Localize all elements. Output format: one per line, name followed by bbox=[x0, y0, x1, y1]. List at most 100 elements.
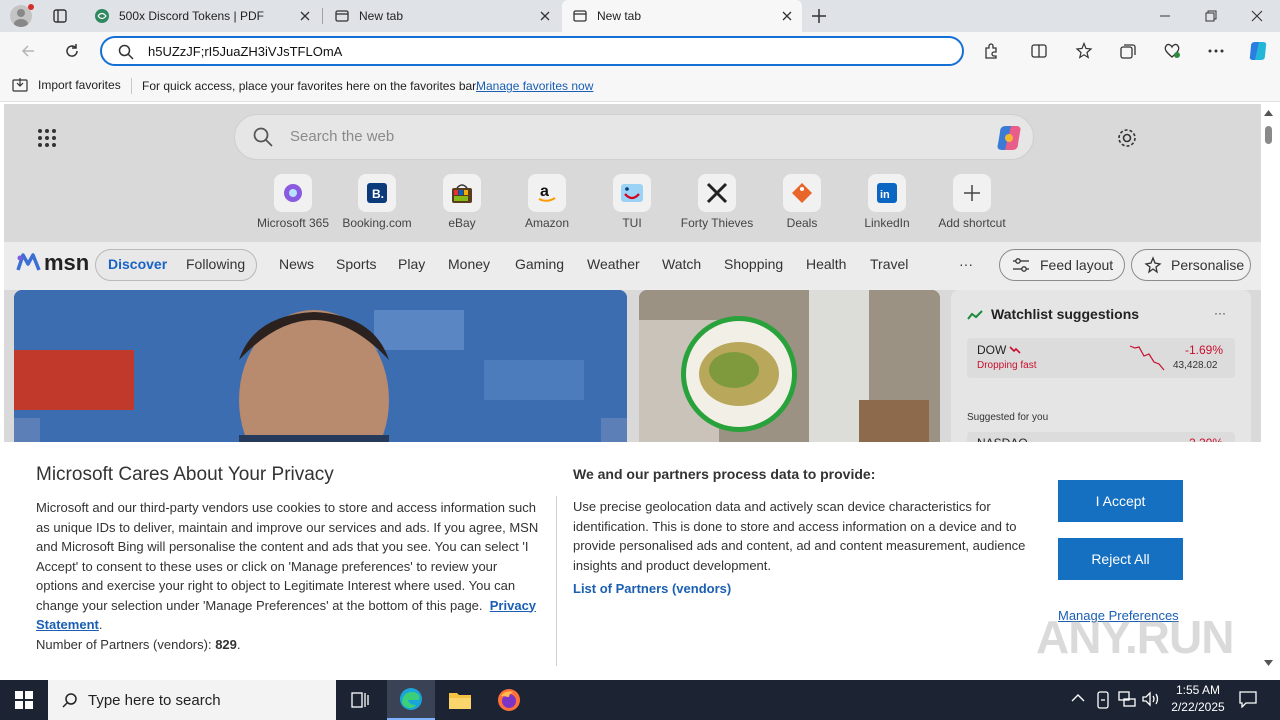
data-processing-title: We and our partners process data to prov… bbox=[573, 466, 876, 482]
collections-button[interactable] bbox=[1112, 35, 1144, 67]
tab-title: 500x Discord Tokens | PDF bbox=[119, 9, 264, 23]
tab-discover[interactable]: Discover bbox=[108, 256, 167, 272]
web-search-box[interactable]: Search the web bbox=[234, 114, 1034, 160]
sparkle-star-icon bbox=[1144, 256, 1162, 274]
shortcut-forty-thieves[interactable]: Forty Thieves bbox=[677, 174, 757, 230]
shortcut-microsoft-365[interactable]: Microsoft 365 bbox=[253, 174, 333, 230]
show-hidden-icons-chevron-icon[interactable] bbox=[1071, 693, 1085, 703]
shortcut-label: Forty Thieves bbox=[680, 216, 754, 230]
tab-close-icon[interactable] bbox=[536, 7, 554, 25]
copilot-button[interactable] bbox=[1242, 35, 1274, 67]
feed-layout-label: Feed layout bbox=[1040, 257, 1114, 273]
extensions-button[interactable] bbox=[975, 35, 1007, 67]
tab-new-tab-1[interactable]: New tab bbox=[326, 0, 560, 32]
back-button[interactable] bbox=[12, 35, 44, 67]
page-settings-button[interactable] bbox=[1116, 127, 1138, 149]
task-view-button[interactable] bbox=[342, 680, 378, 720]
taskbar-file-explorer-button[interactable] bbox=[436, 680, 484, 720]
nav-health[interactable]: Health bbox=[806, 256, 846, 272]
copilot-icon bbox=[1249, 42, 1267, 60]
copilot-icon[interactable] bbox=[994, 123, 1024, 153]
partners-count: 829 bbox=[215, 636, 237, 652]
split-screen-icon bbox=[1031, 44, 1047, 58]
tab-actions-button[interactable] bbox=[44, 0, 76, 32]
notifications-icon[interactable] bbox=[1239, 690, 1257, 708]
hero-image bbox=[14, 290, 627, 450]
period: . bbox=[98, 617, 103, 632]
new-tab-button[interactable] bbox=[803, 0, 835, 32]
nav-sports[interactable]: Sports bbox=[336, 256, 376, 272]
address-bar[interactable]: h5UZzJF;rI5JuaZH3iVJsTFLOmA bbox=[100, 36, 964, 66]
more-dots-icon bbox=[1208, 49, 1224, 53]
close-window-button[interactable] bbox=[1234, 0, 1280, 32]
sliders-icon bbox=[1013, 258, 1029, 272]
tab-discord-tokens[interactable]: 500x Discord Tokens | PDF bbox=[84, 0, 320, 32]
refresh-button[interactable] bbox=[56, 35, 88, 67]
nav-money[interactable]: Money bbox=[448, 256, 490, 272]
reject-all-button[interactable]: Reject All bbox=[1058, 538, 1183, 580]
restore-icon bbox=[1205, 10, 1217, 22]
device-status-icon[interactable] bbox=[1095, 691, 1111, 709]
restore-button[interactable] bbox=[1188, 0, 1234, 32]
stock-name: DOW bbox=[977, 343, 1007, 357]
address-input[interactable]: h5UZzJF;rI5JuaZH3iVJsTFLOmA bbox=[148, 44, 342, 59]
add-shortcut-button[interactable]: Add shortcut bbox=[932, 174, 1012, 230]
split-screen-button[interactable] bbox=[1023, 35, 1055, 67]
privacy-consent-banner: Microsoft Cares About Your Privacy Micro… bbox=[4, 442, 1261, 676]
tab-actions-icon bbox=[53, 9, 67, 23]
tab-title: New tab bbox=[359, 9, 404, 23]
nav-travel[interactable]: Travel bbox=[870, 256, 908, 272]
watchlist-more-button[interactable]: ··· bbox=[1214, 306, 1226, 320]
nav-gaming[interactable]: Gaming bbox=[515, 256, 564, 272]
accept-button[interactable]: I Accept bbox=[1058, 480, 1183, 522]
volume-icon[interactable] bbox=[1142, 691, 1160, 707]
import-favorites-button[interactable]: Import favorites bbox=[12, 77, 121, 93]
shortcut-deals[interactable]: Deals bbox=[762, 174, 842, 230]
secondary-news-card[interactable] bbox=[639, 290, 940, 450]
nav-play[interactable]: Play bbox=[398, 256, 425, 272]
personalise-button[interactable]: Personalise bbox=[1131, 249, 1251, 281]
nav-shopping[interactable]: Shopping bbox=[724, 256, 783, 272]
hero-news-card[interactable] bbox=[14, 290, 627, 450]
plus-icon bbox=[964, 185, 980, 201]
msn-logo[interactable]: msn bbox=[16, 250, 89, 276]
task-view-icon bbox=[351, 692, 369, 708]
scroll-up-arrow-icon[interactable] bbox=[1264, 110, 1273, 116]
partners-list-link[interactable]: List of Partners (vendors) bbox=[573, 581, 731, 596]
favorites-button[interactable] bbox=[1068, 35, 1100, 67]
taskbar-clock[interactable]: 1:55 AM 2/22/2025 bbox=[1162, 682, 1234, 716]
nav-more-button[interactable]: ··· bbox=[959, 256, 973, 272]
tab-following[interactable]: Following bbox=[186, 256, 245, 272]
minimize-button[interactable] bbox=[1142, 0, 1188, 32]
refresh-icon bbox=[66, 44, 78, 57]
network-icon[interactable] bbox=[1118, 691, 1136, 707]
shortcut-amazon[interactable]: a Amazon bbox=[507, 174, 587, 230]
linkedin-icon: in bbox=[877, 183, 897, 203]
scrollbar-thumb[interactable] bbox=[1265, 126, 1272, 144]
feed-layout-button[interactable]: Feed layout bbox=[999, 249, 1125, 281]
manage-favorites-link[interactable]: Manage favorites now bbox=[476, 79, 593, 93]
tab-new-tab-2[interactable]: New tab bbox=[562, 0, 802, 32]
taskbar-edge-button[interactable] bbox=[387, 680, 435, 720]
nav-watch[interactable]: Watch bbox=[662, 256, 701, 272]
amazon-icon: a bbox=[538, 183, 556, 202]
nav-weather[interactable]: Weather bbox=[587, 256, 640, 272]
scroll-down-arrow-icon[interactable] bbox=[1264, 660, 1273, 666]
taskbar-search-box[interactable]: Type here to search bbox=[48, 680, 336, 720]
performance-button[interactable] bbox=[1156, 35, 1188, 67]
start-button[interactable] bbox=[0, 680, 48, 720]
watchlist-item-dow[interactable]: DOW Dropping fast -1.69% 43,428.02 bbox=[967, 338, 1235, 378]
nav-news[interactable]: News bbox=[279, 256, 314, 272]
shortcut-ebay[interactable]: eBay bbox=[422, 174, 502, 230]
apps-launcher-button[interactable] bbox=[37, 128, 57, 148]
web-search-placeholder[interactable]: Search the web bbox=[290, 128, 394, 145]
shortcut-booking[interactable]: B. Booking.com bbox=[337, 174, 417, 230]
shortcut-linkedin[interactable]: in LinkedIn bbox=[847, 174, 927, 230]
shortcut-tui[interactable]: TUI bbox=[592, 174, 672, 230]
settings-menu-button[interactable] bbox=[1200, 35, 1232, 67]
booking-icon: B. bbox=[367, 183, 387, 203]
tab-close-icon[interactable] bbox=[296, 7, 314, 25]
taskbar-firefox-button[interactable] bbox=[485, 680, 533, 720]
tab-close-icon[interactable] bbox=[778, 7, 796, 25]
page-scrollbar[interactable] bbox=[1261, 104, 1276, 676]
